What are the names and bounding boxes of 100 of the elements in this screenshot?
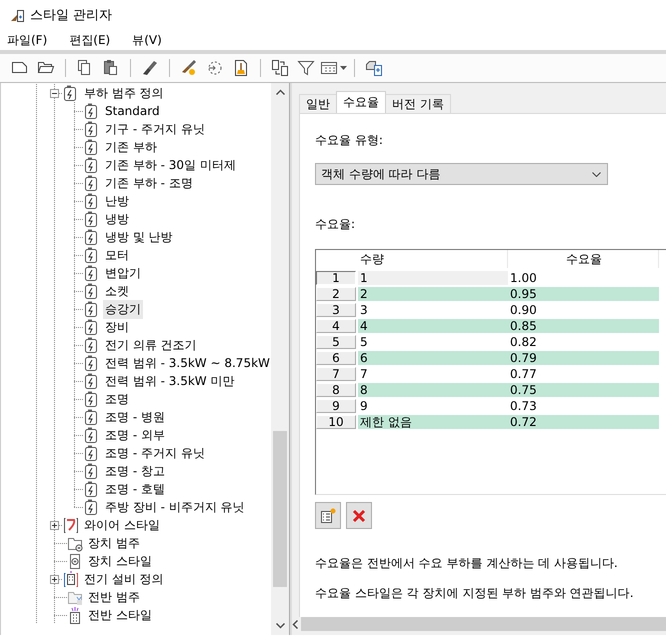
delete-button[interactable] bbox=[346, 502, 372, 529]
brush-star-icon[interactable] bbox=[180, 59, 198, 77]
compare-icon[interactable] bbox=[271, 59, 289, 77]
table-cell[interactable]: 0.85 bbox=[508, 319, 659, 333]
table-cell[interactable]: 1 bbox=[358, 271, 508, 285]
app-icon bbox=[10, 7, 24, 23]
tree-item[interactable]: 난방 bbox=[103, 192, 131, 210]
table-cell[interactable]: 8 bbox=[358, 383, 508, 397]
close-icon bbox=[352, 508, 366, 522]
row-header[interactable]: 2 bbox=[316, 287, 356, 301]
panel-style-icon bbox=[67, 606, 83, 624]
collapse-icon[interactable] bbox=[50, 88, 59, 98]
tree-item[interactable]: 조명 - 주거지 유닛 bbox=[103, 444, 207, 462]
tree-item[interactable]: 전력 범위 - 3.5kW 미만 bbox=[103, 372, 236, 390]
tab[interactable]: 수요율 bbox=[336, 91, 386, 113]
tree-item[interactable]: 전력 범위 - 3.5kW ~ 8.75kW bbox=[103, 354, 272, 372]
load-icon bbox=[84, 246, 100, 264]
tree-item[interactable]: 조명 bbox=[103, 390, 131, 408]
load-icon bbox=[84, 462, 100, 480]
filter-icon[interactable] bbox=[297, 59, 315, 77]
tree-item[interactable]: 와이어 스타일 bbox=[82, 516, 162, 534]
tree-item[interactable]: Standard bbox=[103, 103, 162, 119]
tree-item[interactable]: 기구 - 주거지 유닛 bbox=[103, 120, 207, 138]
load-icon bbox=[84, 264, 100, 282]
row-header[interactable]: 5 bbox=[316, 335, 356, 349]
load-icon bbox=[84, 282, 100, 300]
paste-icon[interactable] bbox=[102, 59, 120, 77]
table-view-icon[interactable] bbox=[320, 59, 338, 77]
document-brush-icon[interactable] bbox=[232, 59, 250, 77]
table-cell[interactable]: 0.95 bbox=[508, 287, 659, 301]
tree-item[interactable]: 전반 범주 bbox=[86, 588, 142, 606]
table-cell[interactable]: 0.75 bbox=[508, 383, 659, 397]
load-icon bbox=[84, 480, 100, 498]
caret-icon[interactable] bbox=[340, 65, 347, 71]
tree-item[interactable]: 변압기 bbox=[103, 264, 143, 282]
tree-item[interactable]: 장치 범주 bbox=[86, 534, 142, 552]
scrollbar-thumb[interactable] bbox=[273, 431, 287, 587]
tree-item[interactable]: 냉방 및 난방 bbox=[103, 228, 175, 246]
load-icon bbox=[84, 156, 100, 174]
tree-item[interactable]: 장치 스타일 bbox=[86, 552, 154, 570]
expand-icon[interactable] bbox=[50, 574, 59, 584]
dropdown[interactable]: 객체 수량에 따라 다름 bbox=[315, 163, 608, 185]
menu-item[interactable]: 뷰(V) bbox=[131, 32, 163, 48]
tree-item[interactable]: 주방 장비 - 비주거지 유닛 bbox=[103, 498, 247, 516]
tree-item[interactable]: 장비 bbox=[103, 318, 131, 336]
load-icon bbox=[84, 354, 100, 372]
tree-item[interactable]: 전기 의류 건조기 bbox=[103, 336, 199, 354]
menu-item[interactable]: 파일(F) bbox=[6, 32, 48, 48]
tree-item[interactable]: 기존 부하 bbox=[103, 138, 159, 156]
scrollbar-thumb[interactable] bbox=[301, 617, 666, 631]
scroll-left-icon[interactable] bbox=[292, 620, 298, 628]
row-header[interactable]: 3 bbox=[316, 303, 356, 317]
tree-item[interactable]: 조명 - 외부 bbox=[103, 426, 167, 444]
load-icon bbox=[84, 318, 100, 336]
tab[interactable]: 일반 bbox=[299, 94, 337, 113]
tree-item[interactable]: 모터 bbox=[103, 246, 131, 264]
table-cell[interactable]: 2 bbox=[358, 287, 508, 301]
scroll-down-icon[interactable] bbox=[276, 623, 284, 629]
field-label: 수요율 유형: bbox=[315, 132, 384, 149]
load-icon bbox=[84, 390, 100, 408]
row-header[interactable]: 8 bbox=[316, 383, 356, 397]
copy-style-icon[interactable] bbox=[365, 59, 383, 77]
equipment-icon bbox=[63, 570, 79, 588]
brush-icon[interactable] bbox=[141, 59, 159, 77]
list-star-icon bbox=[320, 508, 336, 524]
tree-item[interactable]: 기존 부하 - 30일 미터제 bbox=[103, 156, 238, 174]
table-cell[interactable]: 4 bbox=[358, 319, 508, 333]
tree-item[interactable]: 기존 부하 - 조명 bbox=[103, 174, 195, 192]
expand-icon[interactable] bbox=[50, 520, 59, 530]
tree-item[interactable]: 조명 - 창고 bbox=[103, 462, 167, 480]
load-icon bbox=[84, 228, 100, 246]
row-header[interactable]: 1 bbox=[316, 271, 356, 285]
row-header[interactable]: 6 bbox=[316, 351, 356, 365]
menu-item[interactable]: 편집(E) bbox=[68, 32, 112, 48]
row-header[interactable]: 10 bbox=[316, 415, 356, 429]
load-icon bbox=[84, 336, 100, 354]
column-header[interactable]: 수요율 bbox=[508, 250, 659, 268]
scroll-up-icon[interactable] bbox=[276, 89, 284, 95]
tree-item[interactable]: 소켓 bbox=[103, 282, 131, 300]
tree-item[interactable]: 승강기 bbox=[103, 300, 143, 318]
table-cell[interactable]: 0.72 bbox=[508, 415, 659, 429]
tree-item[interactable]: 전반 스타일 bbox=[86, 606, 154, 624]
tree-item[interactable]: 부하 범주 정의 bbox=[82, 84, 166, 102]
tree-item[interactable]: 전기 설비 정의 bbox=[82, 570, 166, 588]
table-cell[interactable]: 제한 없음 bbox=[358, 415, 508, 429]
table-cell[interactable]: 0.79 bbox=[508, 351, 659, 365]
row-header[interactable]: 9 bbox=[316, 399, 356, 413]
row-header[interactable]: 4 bbox=[316, 319, 356, 333]
load-icon bbox=[84, 102, 100, 120]
load-icon bbox=[84, 192, 100, 210]
row-header[interactable]: 7 bbox=[316, 367, 356, 381]
table-cell[interactable]: 6 bbox=[358, 351, 508, 365]
load-icon bbox=[84, 210, 100, 228]
tree-item[interactable]: 냉방 bbox=[103, 210, 131, 228]
tab[interactable]: 버전 기록 bbox=[385, 94, 451, 113]
tree-item[interactable]: 조명 - 호텔 bbox=[103, 480, 167, 498]
add-row-button[interactable] bbox=[315, 502, 341, 529]
tree-item[interactable]: 조명 - 병원 bbox=[103, 408, 167, 426]
column-header[interactable]: 수량 bbox=[358, 250, 508, 268]
dashed-circle-icon[interactable] bbox=[206, 59, 224, 77]
